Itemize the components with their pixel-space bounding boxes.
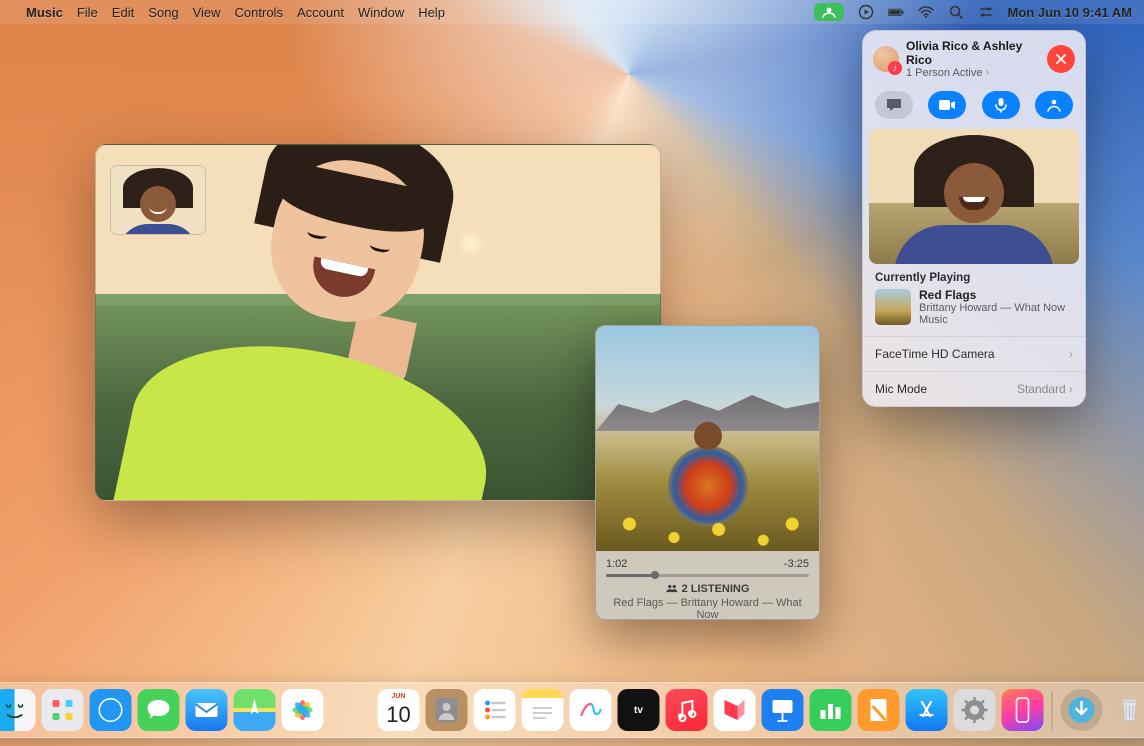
dock-freeform[interactable] <box>570 689 612 731</box>
shareplay-panel: Olivia Rico & Ashley Rico 1 Person Activ… <box>862 30 1086 407</box>
dock-mail[interactable] <box>186 689 228 731</box>
dock-calendar[interactable]: JUN10 <box>378 689 420 731</box>
dock-maps[interactable] <box>234 689 276 731</box>
dock-notes[interactable] <box>522 689 564 731</box>
chevron-right-icon: › <box>1069 347 1073 361</box>
menu-song[interactable]: Song <box>148 5 178 20</box>
panel-camera-row[interactable]: FaceTime HD Camera › <box>863 336 1085 371</box>
miniplayer-scrubber[interactable] <box>606 574 809 577</box>
menu-window[interactable]: Window <box>358 5 404 20</box>
menubar-datetime[interactable]: Mon Jun 10 9:41 AM <box>1008 5 1132 20</box>
panel-subtitle[interactable]: 1 Person Active <box>906 67 1040 79</box>
dock-pages[interactable] <box>858 689 900 731</box>
panel-title: Olivia Rico & Ashley Rico <box>906 39 1040 67</box>
panel-currently-label: Currently Playing <box>863 264 1085 288</box>
menu-edit[interactable]: Edit <box>112 5 134 20</box>
dock-news[interactable] <box>714 689 756 731</box>
dock-appstore[interactable] <box>906 689 948 731</box>
panel-avatar-icon <box>873 46 899 72</box>
dock: JUN10 tv <box>0 682 1144 738</box>
dock-contacts[interactable] <box>426 689 468 731</box>
miniplayer-remaining: -3:25 <box>784 558 809 570</box>
dock-finder[interactable] <box>0 689 36 731</box>
menu-controls[interactable]: Controls <box>235 5 283 20</box>
panel-shareplay-button[interactable] <box>1035 91 1073 119</box>
panel-mic-row[interactable]: Mic Mode Standard › <box>863 371 1085 406</box>
menubar-app[interactable]: Music <box>26 5 63 20</box>
svg-text:tv: tv <box>634 705 643 716</box>
dock-tv[interactable]: tv <box>618 689 660 731</box>
dock-numbers[interactable] <box>810 689 852 731</box>
dock-reminders[interactable] <box>474 689 516 731</box>
dock-launchpad[interactable] <box>42 689 84 731</box>
dock-iphone-mirroring[interactable] <box>1002 689 1044 731</box>
menubar: Music File Edit Song View Controls Accou… <box>0 0 1144 24</box>
panel-camera-button[interactable] <box>928 91 966 119</box>
shareplay-active-icon[interactable] <box>814 3 844 21</box>
panel-close-button[interactable] <box>1047 45 1075 73</box>
dock-photos[interactable] <box>282 689 324 731</box>
miniplayer-listeners: 2 LISTENING <box>606 583 809 595</box>
dock-messages[interactable] <box>138 689 180 731</box>
menubar-status: Mon Jun 10 9:41 AM <box>814 3 1132 21</box>
panel-mic-button[interactable] <box>982 91 1020 119</box>
facetime-self-view[interactable] <box>110 165 206 235</box>
menu-help[interactable]: Help <box>418 5 445 20</box>
miniplayer-artwork <box>596 326 819 551</box>
panel-song-art-icon <box>875 289 911 325</box>
now-playing-icon[interactable] <box>858 4 874 20</box>
dock-music[interactable] <box>666 689 708 731</box>
dock-separator <box>1052 691 1053 731</box>
dock-safari[interactable] <box>90 689 132 731</box>
dock-downloads[interactable] <box>1061 689 1103 731</box>
menu-view[interactable]: View <box>193 5 221 20</box>
menu-file[interactable]: File <box>77 5 98 20</box>
miniplayer-trackinfo: Red Flags — Brittany Howard — What Now <box>606 597 809 620</box>
miniplayer-elapsed: 1:02 <box>606 558 627 570</box>
panel-song-artist: Brittany Howard — What Now <box>919 302 1065 314</box>
dock-trash[interactable] <box>1109 689 1144 731</box>
panel-song[interactable]: Red Flags Brittany Howard — What Now Mus… <box>863 288 1085 336</box>
spotlight-icon[interactable] <box>948 4 964 20</box>
menu-account[interactable]: Account <box>297 5 344 20</box>
panel-camera-preview <box>869 129 1079 264</box>
facetime-window[interactable] <box>95 144 661 501</box>
dock-settings[interactable] <box>954 689 996 731</box>
wifi-icon[interactable] <box>918 4 934 20</box>
music-miniplayer[interactable]: 1:02 -3:25 2 LISTENING Red Flags — Britt… <box>595 325 820 620</box>
chevron-right-icon: › <box>1069 382 1073 396</box>
battery-icon[interactable] <box>888 4 904 20</box>
panel-song-title: Red Flags <box>919 288 1065 302</box>
panel-messages-button[interactable] <box>875 91 913 119</box>
panel-song-app: Music <box>919 314 1065 326</box>
control-center-icon[interactable] <box>978 4 994 20</box>
dock-keynote[interactable] <box>762 689 804 731</box>
